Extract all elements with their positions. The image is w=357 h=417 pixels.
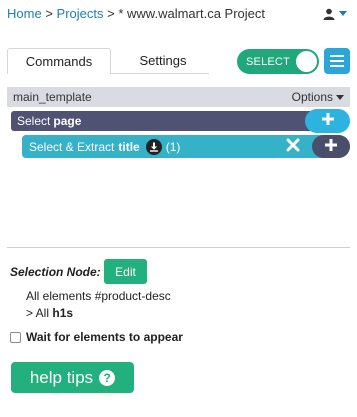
command-target: page xyxy=(53,114,82,128)
tab-settings[interactable]: Settings xyxy=(111,48,215,73)
extract-count: (1) xyxy=(165,139,181,154)
options-label: Options xyxy=(291,90,333,104)
question-circle-icon: ? xyxy=(99,369,116,386)
breadcrumb-home-link[interactable]: Home xyxy=(7,6,42,21)
tab-bar: Commands Settings xyxy=(7,48,215,74)
user-icon xyxy=(323,8,335,20)
select-page-command[interactable]: Select page xyxy=(11,111,341,131)
toggle-knob xyxy=(296,51,317,72)
tab-commands[interactable]: Commands xyxy=(7,48,111,74)
command-target: title xyxy=(118,139,140,154)
checkbox-box[interactable] xyxy=(10,331,21,343)
options-dropdown[interactable]: Options xyxy=(292,90,344,104)
breadcrumb-current-project: * www.walmart.ca Project xyxy=(118,6,265,21)
hamburger-menu-button[interactable] xyxy=(324,48,350,74)
select-toggle[interactable]: SELECT xyxy=(237,49,319,74)
template-name: main_template xyxy=(13,90,92,104)
selection-tag: h1s xyxy=(52,306,74,320)
command-prefix: Select xyxy=(17,114,51,128)
edit-button[interactable]: Edit xyxy=(104,259,147,284)
close-icon[interactable] xyxy=(286,138,300,157)
command-prefix: Select & Extract xyxy=(29,139,115,154)
breadcrumb-separator: > xyxy=(107,6,115,21)
template-bar: main_template Options xyxy=(7,87,350,107)
tab-divider xyxy=(111,73,209,74)
selection-description-line1: All elements #product-desc xyxy=(26,289,171,303)
user-menu[interactable] xyxy=(323,8,347,20)
add-command-button[interactable] xyxy=(305,109,350,133)
breadcrumb-separator: > xyxy=(45,6,53,21)
select-extract-command[interactable]: Select & Extract title (1) xyxy=(22,135,350,158)
selection-description-line2: > All h1s xyxy=(26,306,73,320)
help-tips-button[interactable]: help tips ? xyxy=(11,362,134,393)
select-toggle-label: SELECT xyxy=(246,56,290,68)
menu-bar xyxy=(330,55,344,57)
menu-bar xyxy=(330,60,344,62)
caret-down-icon xyxy=(339,11,347,17)
wait-for-elements-checkbox[interactable]: Wait for elements to appear xyxy=(10,330,183,344)
section-divider xyxy=(7,247,350,248)
download-icon xyxy=(145,138,162,155)
checkbox-label: Wait for elements to appear xyxy=(26,330,183,344)
selection-line2-prefix: > All xyxy=(26,306,50,320)
plus-icon xyxy=(325,138,337,156)
add-child-command-button[interactable] xyxy=(312,135,350,158)
caret-down-icon xyxy=(336,94,344,100)
breadcrumb: Home > Projects > * www.walmart.ca Proje… xyxy=(7,6,265,21)
selection-node-label: Selection Node: xyxy=(10,265,101,279)
help-tips-label: help tips xyxy=(29,367,94,387)
plus-icon xyxy=(321,112,334,130)
menu-bar xyxy=(330,65,344,67)
breadcrumb-projects-link[interactable]: Projects xyxy=(57,6,104,21)
